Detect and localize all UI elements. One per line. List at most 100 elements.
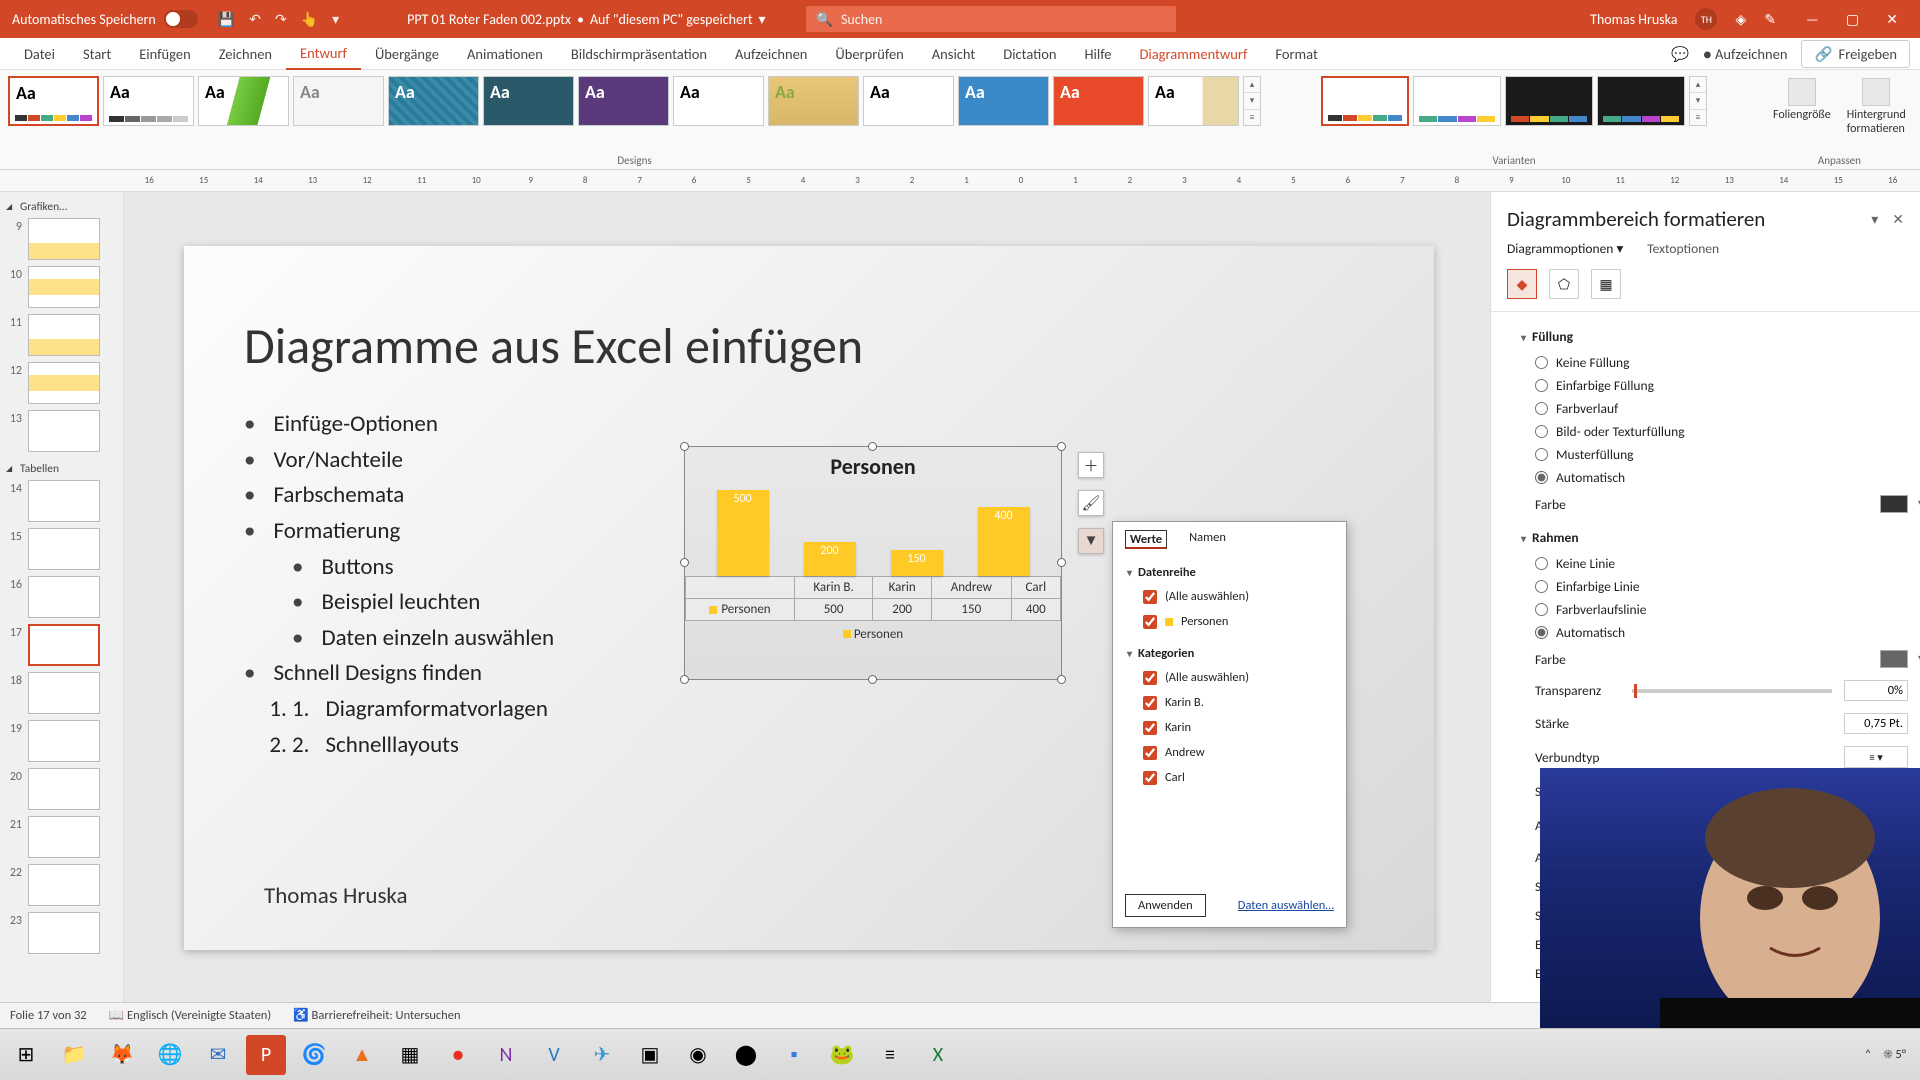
outlook-icon[interactable]: ✉ <box>198 1035 238 1075</box>
tab-slideshow[interactable]: Bildschirmpräsentation <box>557 39 721 69</box>
compound-type-dropdown[interactable]: ≡ ▾ <box>1844 746 1908 768</box>
tab-help[interactable]: Hilfe <box>1071 39 1126 69</box>
slide-thumb-14[interactable] <box>28 480 100 522</box>
excel-icon[interactable]: X <box>918 1035 958 1075</box>
tab-view[interactable]: Ansicht <box>918 39 989 69</box>
effects-icon[interactable]: ⬠ <box>1549 269 1579 299</box>
fill-picture-radio[interactable] <box>1535 425 1548 438</box>
transparency-slider[interactable] <box>1632 689 1832 693</box>
line-none-radio[interactable] <box>1535 557 1548 570</box>
width-input[interactable] <box>1844 713 1908 734</box>
chart-options-tab[interactable]: Diagrammoptionen ▾ <box>1507 240 1623 257</box>
theme-thumb[interactable]: Aa <box>1053 76 1144 126</box>
filter-tab-names[interactable]: Namen <box>1189 530 1226 549</box>
accessibility-status[interactable]: ♿ Barrierefreiheit: Untersuchen <box>293 1008 460 1023</box>
theme-thumb[interactable]: Aa <box>578 76 669 126</box>
weather-widget[interactable]: ☀ 5° <box>1883 1047 1906 1062</box>
border-section-header[interactable]: Rahmen <box>1507 519 1908 552</box>
chrome-icon[interactable]: 🌐 <box>150 1035 190 1075</box>
filter-cat-karinb[interactable]: Karin B. <box>1113 690 1346 715</box>
vscode-icon[interactable]: V <box>534 1035 574 1075</box>
language-status[interactable]: 📖 Englisch (Vereinigte Staaten) <box>109 1008 272 1023</box>
slide-thumb-22[interactable] <box>28 864 100 906</box>
theme-thumb[interactable]: Aa <box>8 76 99 126</box>
slide-editor[interactable]: Diagramme aus Excel einfügen Einfüge-Opt… <box>124 192 1490 1002</box>
undo-icon[interactable]: ↶ <box>249 11 261 28</box>
onenote-icon[interactable]: N <box>486 1035 526 1075</box>
app-icon-7[interactable]: ≡ <box>870 1035 910 1075</box>
app-icon-3[interactable]: ● <box>438 1035 478 1075</box>
theme-thumb[interactable]: Aa <box>388 76 479 126</box>
slide-thumb-21[interactable] <box>28 816 100 858</box>
chart-legend[interactable]: Personen <box>685 621 1061 648</box>
slide-thumbnail-panel[interactable]: Grafiken… 9 10 11 12 13 Tabellen 14 15 1… <box>0 192 124 1002</box>
text-options-tab[interactable]: Textoptionen <box>1647 240 1719 257</box>
slide-thumb-12[interactable] <box>28 362 100 404</box>
transparency-input[interactable] <box>1844 680 1908 701</box>
app-icon-5[interactable]: ⬤ <box>726 1035 766 1075</box>
slide-size-button[interactable]: Foliengröße <box>1767 76 1837 138</box>
filter-tab-values[interactable]: Werte <box>1125 530 1167 549</box>
tab-insert[interactable]: Einfügen <box>125 39 205 69</box>
coming-soon-icon[interactable]: ◈ <box>1735 11 1746 28</box>
section-tables[interactable]: Tabellen <box>4 458 119 480</box>
slide-thumb-17[interactable] <box>28 624 100 666</box>
bar-3[interactable]: 400 <box>978 507 1030 576</box>
theme-thumb[interactable]: Aa <box>863 76 954 126</box>
slide-thumb-15[interactable] <box>28 528 100 570</box>
line-auto-radio[interactable] <box>1535 626 1548 639</box>
variant-thumb[interactable] <box>1597 76 1685 126</box>
size-properties-icon[interactable]: ▦ <box>1591 269 1621 299</box>
slide-thumb-18[interactable] <box>28 672 100 714</box>
minimize-icon[interactable]: — <box>1794 11 1831 28</box>
tab-design[interactable]: Entwurf <box>286 38 361 70</box>
tab-home[interactable]: Start <box>69 39 125 69</box>
theme-thumb[interactable]: Aa <box>958 76 1049 126</box>
fill-solid-radio[interactable] <box>1535 379 1548 392</box>
tray-chevron-icon[interactable]: ˄ <box>1865 1047 1872 1062</box>
pane-close-icon[interactable]: ✕ <box>1892 211 1904 228</box>
filter-select-all-series[interactable]: (Alle auswählen) <box>1113 584 1346 609</box>
chart-filters-button[interactable]: ▼ <box>1078 528 1104 554</box>
search-input[interactable] <box>841 11 1166 28</box>
format-background-button[interactable]: Hintergrund formatieren <box>1841 76 1912 138</box>
chart-styles-button[interactable]: 🖌 <box>1078 490 1104 516</box>
slide-thumb-20[interactable] <box>28 768 100 810</box>
close-icon[interactable]: ✕ <box>1874 11 1910 28</box>
fill-section-header[interactable]: Füllung <box>1507 318 1908 351</box>
search-box[interactable]: 🔍 <box>806 6 1176 32</box>
comments-icon[interactable]: 💬 <box>1671 45 1689 63</box>
line-gradient-radio[interactable] <box>1535 603 1548 616</box>
slide-thumb-23[interactable] <box>28 912 100 954</box>
bar-2[interactable]: 150 <box>891 550 943 576</box>
filter-cat-karin[interactable]: Karin <box>1113 715 1346 740</box>
bar-1[interactable]: 200 <box>804 542 856 576</box>
telegram-icon[interactable]: ✈ <box>582 1035 622 1075</box>
theme-thumb[interactable]: Aa <box>293 76 384 126</box>
fill-pattern-radio[interactable] <box>1535 448 1548 461</box>
redo-icon[interactable]: ↷ <box>275 11 287 28</box>
filter-categories-header[interactable]: Kategorien <box>1113 642 1346 665</box>
slide-thumb-10[interactable] <box>28 266 100 308</box>
share-button[interactable]: 🔗 Freigeben <box>1801 40 1910 68</box>
save-icon[interactable]: 💾 <box>218 11 235 28</box>
tab-review[interactable]: Überprüfen <box>821 39 917 69</box>
record-button[interactable]: ● Aufzeichnen <box>1703 45 1787 63</box>
vlc-icon[interactable]: ▲ <box>342 1035 382 1075</box>
autosave-toggle[interactable] <box>164 10 198 28</box>
user-name[interactable]: Thomas Hruska <box>1590 11 1677 28</box>
maximize-icon[interactable]: ▢ <box>1834 11 1871 28</box>
fill-auto-radio[interactable] <box>1535 471 1548 484</box>
slide-thumb-9[interactable] <box>28 218 100 260</box>
firefox-icon[interactable]: 🦊 <box>102 1035 142 1075</box>
start-button[interactable]: ⊞ <box>6 1035 46 1075</box>
filter-series-header[interactable]: Datenreihe <box>1113 561 1346 584</box>
select-data-link[interactable]: Daten auswählen… <box>1238 894 1334 917</box>
slide-thumb-13[interactable] <box>28 410 100 452</box>
line-solid-radio[interactable] <box>1535 580 1548 593</box>
slide-thumb-19[interactable] <box>28 720 100 762</box>
theme-thumb[interactable]: Aa <box>483 76 574 126</box>
user-avatar[interactable]: TH <box>1695 8 1717 30</box>
line-color-picker[interactable] <box>1880 650 1908 668</box>
fill-line-icon[interactable]: ◆ <box>1507 269 1537 299</box>
